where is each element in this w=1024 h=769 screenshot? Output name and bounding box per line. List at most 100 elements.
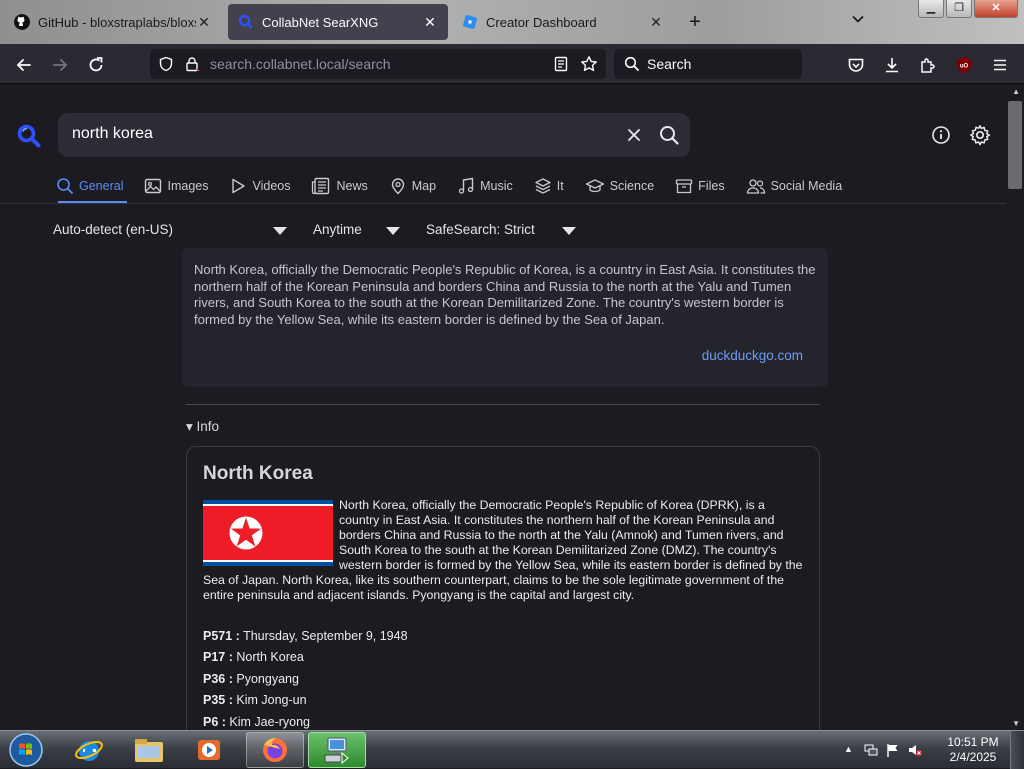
extensions-button[interactable]	[915, 52, 941, 78]
info-circle-icon[interactable]	[931, 125, 951, 145]
search-query-input[interactable]: north korea	[72, 125, 153, 143]
maximize-button[interactable]: ❐	[946, 0, 972, 18]
pocket-icon	[848, 58, 864, 72]
ublock-origin-button[interactable]: uO	[951, 52, 977, 78]
searxng-logo-icon[interactable]	[16, 123, 42, 149]
language-select[interactable]: Auto-detect (en-US)	[53, 222, 173, 237]
back-button[interactable]	[11, 52, 37, 78]
start-button-icon[interactable]	[4, 731, 48, 769]
shield-icon[interactable]	[158, 56, 174, 72]
svg-text:uO: uO	[960, 64, 969, 70]
clock-date: 2/4/2025	[949, 750, 997, 764]
reader-view-icon[interactable]	[553, 56, 569, 72]
tab-github[interactable]: GitHub - bloxstraplabs/bloxstra ✕	[4, 4, 222, 40]
flag-spacer	[203, 498, 339, 570]
attribute-value: North Korea	[236, 650, 304, 665]
chevron-down-icon[interactable]	[562, 227, 576, 235]
chevron-down-icon[interactable]	[273, 227, 287, 235]
tab-label: Videos	[252, 179, 291, 193]
taskbar-firefox[interactable]	[246, 732, 304, 768]
category-divider	[0, 203, 1006, 204]
time-range-select[interactable]: Anytime	[313, 222, 362, 237]
downloads-button[interactable]	[879, 52, 905, 78]
attribute-key: P17 :	[203, 650, 233, 665]
pocket-button[interactable]	[843, 52, 869, 78]
tab-creator-dashboard[interactable]: Creator Dashboard ✕	[452, 4, 674, 40]
tab-general[interactable]: General	[56, 174, 129, 203]
taskbar-internet-explorer[interactable]	[60, 732, 118, 768]
firefox-icon	[263, 738, 287, 762]
divider	[186, 404, 820, 405]
chevron-down-icon	[852, 15, 864, 23]
new-tab-button[interactable]: +	[684, 10, 706, 34]
graduation-cap-icon	[585, 179, 604, 193]
scrollbar-thumb[interactable]	[1008, 101, 1022, 189]
page-scrollbar[interactable]: ▲ ▼	[1006, 85, 1024, 730]
taskbar-file-explorer[interactable]	[120, 732, 178, 768]
forward-button[interactable]	[47, 52, 73, 78]
lock-icon[interactable]	[184, 56, 200, 72]
close-tab-icon[interactable]: ✕	[648, 14, 664, 31]
clear-search-icon[interactable]	[624, 125, 644, 145]
close-tab-icon[interactable]: ✕	[422, 14, 438, 31]
clock[interactable]: 10:51 PM 2/4/2025	[938, 735, 1008, 765]
roblox-icon	[463, 15, 477, 29]
tab-science[interactable]: Science	[585, 174, 654, 198]
url-text: search.collabnet.local/search	[210, 56, 391, 72]
tab-images[interactable]: Images	[144, 174, 208, 198]
attribute-row: P17 : North Korea	[203, 650, 803, 671]
infobox-attributes: P571 : Thursday, September 9, 1948 P17 :…	[203, 629, 803, 730]
scroll-up-arrow-icon[interactable]: ▲	[1012, 87, 1020, 96]
app-menu-button[interactable]	[987, 52, 1013, 78]
close-window-button[interactable]: ✕	[974, 0, 1018, 18]
scroll-down-arrow-icon[interactable]: ▼	[1012, 719, 1020, 728]
attribute-value: Pyongyang	[236, 671, 299, 686]
url-host: search.collabnet.local	[210, 56, 345, 72]
windows-taskbar: ▲ 10:51 PM 2/4/2025	[0, 730, 1024, 769]
tab-label: Music	[480, 179, 513, 193]
tab-music[interactable]: Music	[457, 174, 513, 198]
volume-muted-icon[interactable]	[908, 743, 922, 757]
search-icon	[624, 56, 640, 72]
tab-social-media[interactable]: Social Media	[746, 174, 842, 198]
tab-map[interactable]: Map	[389, 174, 436, 198]
taskbar-remote-desktop[interactable]	[308, 732, 366, 768]
info-toggle[interactable]: ▾ Info	[186, 419, 219, 435]
tab-label: Science	[609, 179, 655, 193]
list-all-tabs-button[interactable]	[848, 12, 868, 32]
action-center-flag-icon[interactable]	[886, 743, 900, 757]
layers-icon	[535, 178, 551, 194]
show-desktop-button[interactable]	[1010, 731, 1024, 769]
hamburger-menu-icon	[994, 59, 1006, 71]
tab-label: General	[79, 179, 124, 193]
image-icon	[145, 178, 162, 194]
reload-button[interactable]	[83, 52, 109, 78]
tab-news[interactable]: News	[311, 174, 368, 198]
system-tray: ▲ 10:51 PM 2/4/2025	[834, 731, 1024, 769]
chevron-down-icon[interactable]	[386, 227, 400, 235]
arrow-left-icon	[16, 59, 31, 71]
network-icon[interactable]	[864, 743, 878, 757]
tab-searxng[interactable]: CollabNet SearXNG ✕	[228, 4, 448, 40]
newspaper-icon	[312, 177, 330, 195]
search-bar[interactable]: Search	[614, 49, 802, 79]
attribute-key: P35 :	[203, 693, 233, 708]
show-hidden-icons-icon[interactable]: ▲	[844, 744, 858, 758]
search-query-box[interactable]: north korea	[58, 113, 690, 157]
minimize-button[interactable]: ▁	[918, 0, 944, 18]
tab-label: News	[336, 179, 368, 193]
search-icon[interactable]	[658, 124, 680, 146]
url-bar[interactable]: search.collabnet.local/search	[150, 49, 606, 79]
tab-label: It	[556, 179, 564, 193]
tab-videos[interactable]: Videos	[229, 174, 290, 198]
answer-source-link[interactable]: duckduckgo.com	[702, 348, 803, 363]
star-icon[interactable]	[580, 55, 598, 73]
taskbar-media-player[interactable]	[180, 732, 238, 768]
tab-files[interactable]: Files	[675, 174, 725, 198]
close-tab-icon[interactable]: ✕	[196, 14, 212, 31]
tab-it[interactable]: It	[534, 174, 564, 198]
gear-icon[interactable]	[969, 124, 991, 146]
safesearch-select[interactable]: SafeSearch: Strict	[426, 222, 535, 237]
download-icon	[886, 58, 898, 73]
attribute-value: Kim Jong-un	[236, 693, 307, 708]
